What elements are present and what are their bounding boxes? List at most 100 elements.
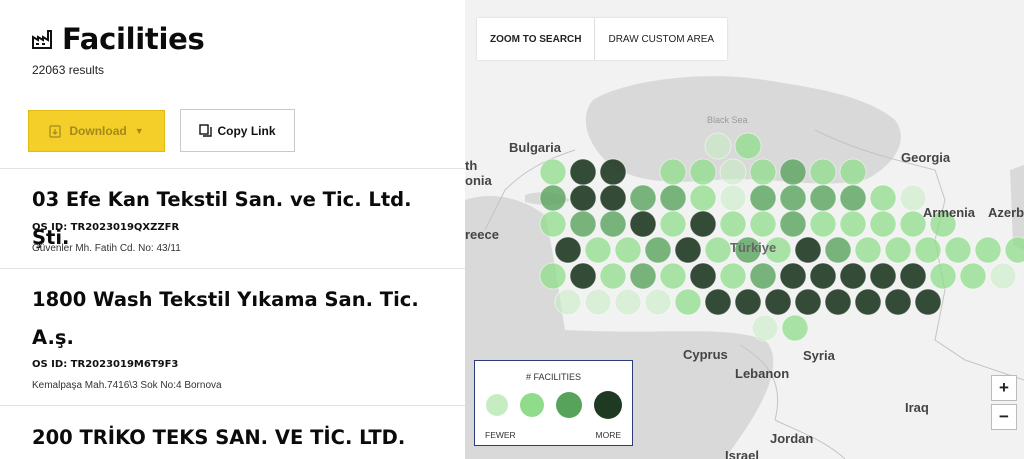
facility-density-cell[interactable] xyxy=(689,184,717,212)
facility-density-cell[interactable] xyxy=(719,184,747,212)
facility-density-cell[interactable] xyxy=(719,210,747,238)
facility-density-cell[interactable] xyxy=(809,184,837,212)
zoom-out-button[interactable]: − xyxy=(991,404,1017,430)
facility-density-cell[interactable] xyxy=(674,288,702,316)
facility-density-cell[interactable] xyxy=(599,262,627,290)
facility-density-cell[interactable] xyxy=(959,262,987,290)
facility-density-cell[interactable] xyxy=(869,262,897,290)
facility-density-cell[interactable] xyxy=(584,236,612,264)
facility-density-cell[interactable] xyxy=(719,262,747,290)
download-button[interactable]: Download ▼ xyxy=(28,110,165,152)
facility-density-cell[interactable] xyxy=(704,236,732,264)
facility-density-cell[interactable] xyxy=(569,262,597,290)
download-icon xyxy=(49,124,61,138)
map-label-lebanon: Lebanon xyxy=(735,366,790,381)
facility-density-cell[interactable] xyxy=(719,158,747,186)
facility-density-cell[interactable] xyxy=(869,210,897,238)
legend-title: # FACILITIES xyxy=(525,372,582,382)
facility-density-cell[interactable] xyxy=(899,262,927,290)
download-label: Download xyxy=(69,124,127,138)
facility-density-cell[interactable] xyxy=(884,236,912,264)
facility-density-cell[interactable] xyxy=(584,288,612,316)
facility-density-cell[interactable] xyxy=(839,210,867,238)
facility-density-cell[interactable] xyxy=(809,262,837,290)
facility-density-cell[interactable] xyxy=(614,288,642,316)
facility-density-cell[interactable] xyxy=(689,262,717,290)
facility-density-cell[interactable] xyxy=(704,288,732,316)
facility-density-cell[interactable] xyxy=(839,184,867,212)
facility-name[interactable]: 200 TRİKO TEKS SAN. VE TİC. LTD. xyxy=(32,419,452,457)
facility-density-cell[interactable] xyxy=(659,158,687,186)
copy-link-button[interactable]: Copy Link xyxy=(180,109,295,152)
facility-density-cell[interactable] xyxy=(781,314,809,342)
facility-density-cell[interactable] xyxy=(839,262,867,290)
facility-density-cell[interactable] xyxy=(914,236,942,264)
facility-density-cell[interactable] xyxy=(884,288,912,316)
map-label-iraq: Iraq xyxy=(905,400,929,415)
facility-density-cell[interactable] xyxy=(839,158,867,186)
facility-density-cell[interactable] xyxy=(809,210,837,238)
facility-density-cell[interactable] xyxy=(734,288,762,316)
legend-swatch-most xyxy=(594,391,622,419)
facility-density-cell[interactable] xyxy=(689,210,717,238)
facility-density-cell[interactable] xyxy=(539,210,567,238)
facility-density-cell[interactable] xyxy=(824,236,852,264)
facility-density-cell[interactable] xyxy=(1004,236,1024,264)
facility-density-cell[interactable] xyxy=(794,288,822,316)
facility-density-cell[interactable] xyxy=(989,262,1017,290)
facility-density-cell[interactable] xyxy=(659,210,687,238)
map-label-azerbaijan: Azerb xyxy=(988,205,1024,220)
facility-density-cell[interactable] xyxy=(749,210,777,238)
facility-name[interactable]: 1800 Wash Tekstil Yıkama San. Tic. A.ş. xyxy=(32,281,452,357)
facility-density-cell[interactable] xyxy=(599,210,627,238)
facility-density-cell[interactable] xyxy=(749,184,777,212)
facility-density-cell[interactable] xyxy=(629,210,657,238)
facility-density-cell[interactable] xyxy=(824,288,852,316)
facility-density-cell[interactable] xyxy=(974,236,1002,264)
chevron-down-icon: ▼ xyxy=(134,126,144,136)
facility-density-cell[interactable] xyxy=(569,184,597,212)
zoom-in-button[interactable]: + xyxy=(991,375,1017,401)
facility-density-cell[interactable] xyxy=(554,288,582,316)
facility-density-cell[interactable] xyxy=(659,184,687,212)
facility-density-cell[interactable] xyxy=(854,236,882,264)
facility-density-cell[interactable] xyxy=(569,210,597,238)
facility-density-cell[interactable] xyxy=(704,132,732,160)
facility-density-cell[interactable] xyxy=(644,288,672,316)
facility-density-cell[interactable] xyxy=(599,184,627,212)
facility-density-cell[interactable] xyxy=(749,262,777,290)
facility-density-cell[interactable] xyxy=(944,236,972,264)
facility-density-cell[interactable] xyxy=(554,236,582,264)
facility-density-cell[interactable] xyxy=(599,158,627,186)
facility-density-cell[interactable] xyxy=(779,262,807,290)
facility-density-cell[interactable] xyxy=(614,236,642,264)
facility-density-cell[interactable] xyxy=(779,184,807,212)
facility-density-cell[interactable] xyxy=(764,288,792,316)
facility-density-cell[interactable] xyxy=(929,262,957,290)
facility-density-cell[interactable] xyxy=(914,288,942,316)
facility-density-cell[interactable] xyxy=(734,132,762,160)
facility-density-cell[interactable] xyxy=(629,184,657,212)
facility-density-cell[interactable] xyxy=(689,158,717,186)
facility-density-cell[interactable] xyxy=(539,262,567,290)
facility-density-cell[interactable] xyxy=(629,262,657,290)
facility-density-cell[interactable] xyxy=(794,236,822,264)
facility-density-cell[interactable] xyxy=(539,158,567,186)
facility-density-cell[interactable] xyxy=(869,184,897,212)
facility-density-cell[interactable] xyxy=(674,236,702,264)
facility-density-cell[interactable] xyxy=(751,314,779,342)
facility-density-cell[interactable] xyxy=(809,158,837,186)
facility-density-cell[interactable] xyxy=(539,184,567,212)
facility-density-cell[interactable] xyxy=(749,158,777,186)
facility-address: Güvenler Mh. Fatih Cd. No: 43/11 xyxy=(32,243,181,254)
facility-density-cell[interactable] xyxy=(644,236,672,264)
facilities-map[interactable]: ZOOM TO SEARCH DRAW CUSTOM AREA Bulgaria… xyxy=(465,0,1024,459)
zoom-to-search-tab[interactable]: ZOOM TO SEARCH xyxy=(477,18,596,60)
facility-density-cell[interactable] xyxy=(779,210,807,238)
map-label-jordan: Jordan xyxy=(770,431,814,446)
facility-density-cell[interactable] xyxy=(659,262,687,290)
draw-custom-area-tab[interactable]: DRAW CUSTOM AREA xyxy=(595,18,727,60)
facility-density-cell[interactable] xyxy=(779,158,807,186)
facility-density-cell[interactable] xyxy=(854,288,882,316)
facility-density-cell[interactable] xyxy=(569,158,597,186)
